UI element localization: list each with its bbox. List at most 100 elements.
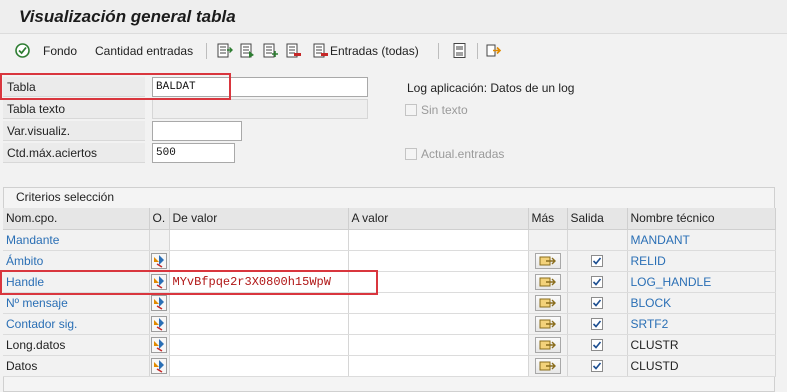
technical-name-cell: RELID [627,250,776,272]
title-bar: Visualización general tabla [0,0,787,34]
var-visualiz-field[interactable] [152,121,242,141]
col-salida-header: Salida [567,208,628,230]
selection-option-icon[interactable] [151,357,167,374]
technical-name-cell: CLUSTD [627,355,776,377]
multiple-selection-icon[interactable] [534,252,561,269]
salida-checkbox[interactable] [591,297,603,310]
mas-cell [528,334,568,356]
toolbar-separator [477,43,478,59]
highlight-tabla [0,73,231,100]
technical-name-cell: LOG_HANDLE [627,271,776,293]
delete-fields-icon[interactable] [285,42,302,59]
table-row: Nº mensaje BLOCK [3,292,776,314]
option-cell [149,334,170,356]
multiple-selection-icon[interactable] [534,294,561,311]
mas-cell [528,271,568,293]
execute-icon[interactable] [14,42,31,59]
col-tecnico-header: Nombre técnico [627,208,776,230]
ctd-max-field[interactable]: 500 [152,143,235,163]
to-value-input[interactable] [348,313,529,335]
to-value-input[interactable] [348,355,529,377]
to-value-input[interactable] [348,292,529,314]
option-cell [149,250,170,272]
entries-all-icon[interactable] [312,42,329,59]
option-cell [149,229,170,251]
table-row: Mandante MANDANT [3,229,776,251]
salida-checkbox[interactable] [591,276,603,289]
mas-cell [528,229,568,251]
to-value-input[interactable] [348,250,529,272]
from-value-input[interactable] [169,313,349,335]
mas-cell [528,292,568,314]
sin-texto-checkbox [405,104,417,116]
technical-name-cell: MANDANT [627,229,776,251]
export-icon[interactable] [485,42,502,59]
selection-option-icon[interactable] [151,336,167,353]
col-de-header: De valor [169,208,349,230]
technical-name-cell: BLOCK [627,292,776,314]
field-name-cell[interactable]: Ámbito [3,250,150,272]
field-name-cell[interactable]: Mandante [3,229,150,251]
table-row: Ámbito RELID [3,250,776,272]
highlight-handle [0,270,378,295]
selection-option-icon[interactable] [151,294,167,311]
toolbar: Fondo Cantidad entradas Entradas (todas) [0,35,787,67]
table-header-row: Nom.cpo. O. De valor A valor Más Salida … [3,208,776,230]
col-mas-header: Más [528,208,568,230]
technical-name-cell: CLUSTR [627,334,776,356]
field-name-cell: Datos [3,355,150,377]
from-value-input[interactable] [169,292,349,314]
salida-cell [567,229,628,251]
from-value-input[interactable] [169,355,349,377]
to-value-input[interactable] [348,334,529,356]
salida-cell [567,334,628,356]
salida-cell [567,355,628,377]
option-cell [149,355,170,377]
entradas-todas-button[interactable]: Entradas (todas) [330,43,419,59]
option-cell [149,313,170,335]
table-row: Contador sig. SRTF2 [3,313,776,335]
add-fields-icon[interactable] [262,42,279,59]
selection-option-icon[interactable] [151,315,167,332]
salida-cell [567,250,628,272]
salida-cell [567,313,628,335]
fondo-button[interactable]: Fondo [43,43,77,59]
multiple-selection-icon[interactable] [534,336,561,353]
mas-cell [528,355,568,377]
multiple-selection-icon[interactable] [534,315,561,332]
table-row: Long.datos CLUSTR [3,334,776,356]
col-a-header: A valor [348,208,529,230]
field-name-cell[interactable]: Nº mensaje [3,292,150,314]
var-visualiz-label: Var.visualiz. [3,121,145,141]
multiple-selection-icon[interactable] [534,273,561,290]
fields-alt-icon[interactable] [239,42,256,59]
salida-checkbox[interactable] [591,339,603,352]
option-cell [149,292,170,314]
cantidad-entradas-button[interactable]: Cantidad entradas [95,43,193,59]
salida-cell [567,292,628,314]
sin-texto-label: Sin texto [421,103,468,117]
save-variant-icon[interactable] [451,42,468,59]
actual-entradas-checkbox [405,148,417,160]
field-name-cell[interactable]: Contador sig. [3,313,150,335]
select-fields-icon[interactable] [216,42,233,59]
multiple-selection-icon[interactable] [534,357,561,374]
salida-checkbox[interactable] [591,360,603,373]
tabla-texto-label: Tabla texto [3,99,145,119]
to-value-input[interactable] [348,229,529,251]
from-value-input[interactable] [169,250,349,272]
selection-option-icon[interactable] [151,252,167,269]
ctd-max-label: Ctd.máx.aciertos [3,143,145,163]
toolbar-separator [206,43,207,59]
salida-checkbox[interactable] [591,255,603,268]
from-value-input[interactable] [169,229,349,251]
from-value-input[interactable] [169,334,349,356]
log-aplicacion-text: Log aplicación: Datos de un log [407,81,575,95]
mas-cell [528,250,568,272]
technical-name-cell: SRTF2 [627,313,776,335]
tabla-texto-field [152,99,368,119]
salida-checkbox[interactable] [591,318,603,331]
actual-entradas-label: Actual.entradas [421,147,505,161]
salida-cell [567,271,628,293]
mas-cell [528,313,568,335]
